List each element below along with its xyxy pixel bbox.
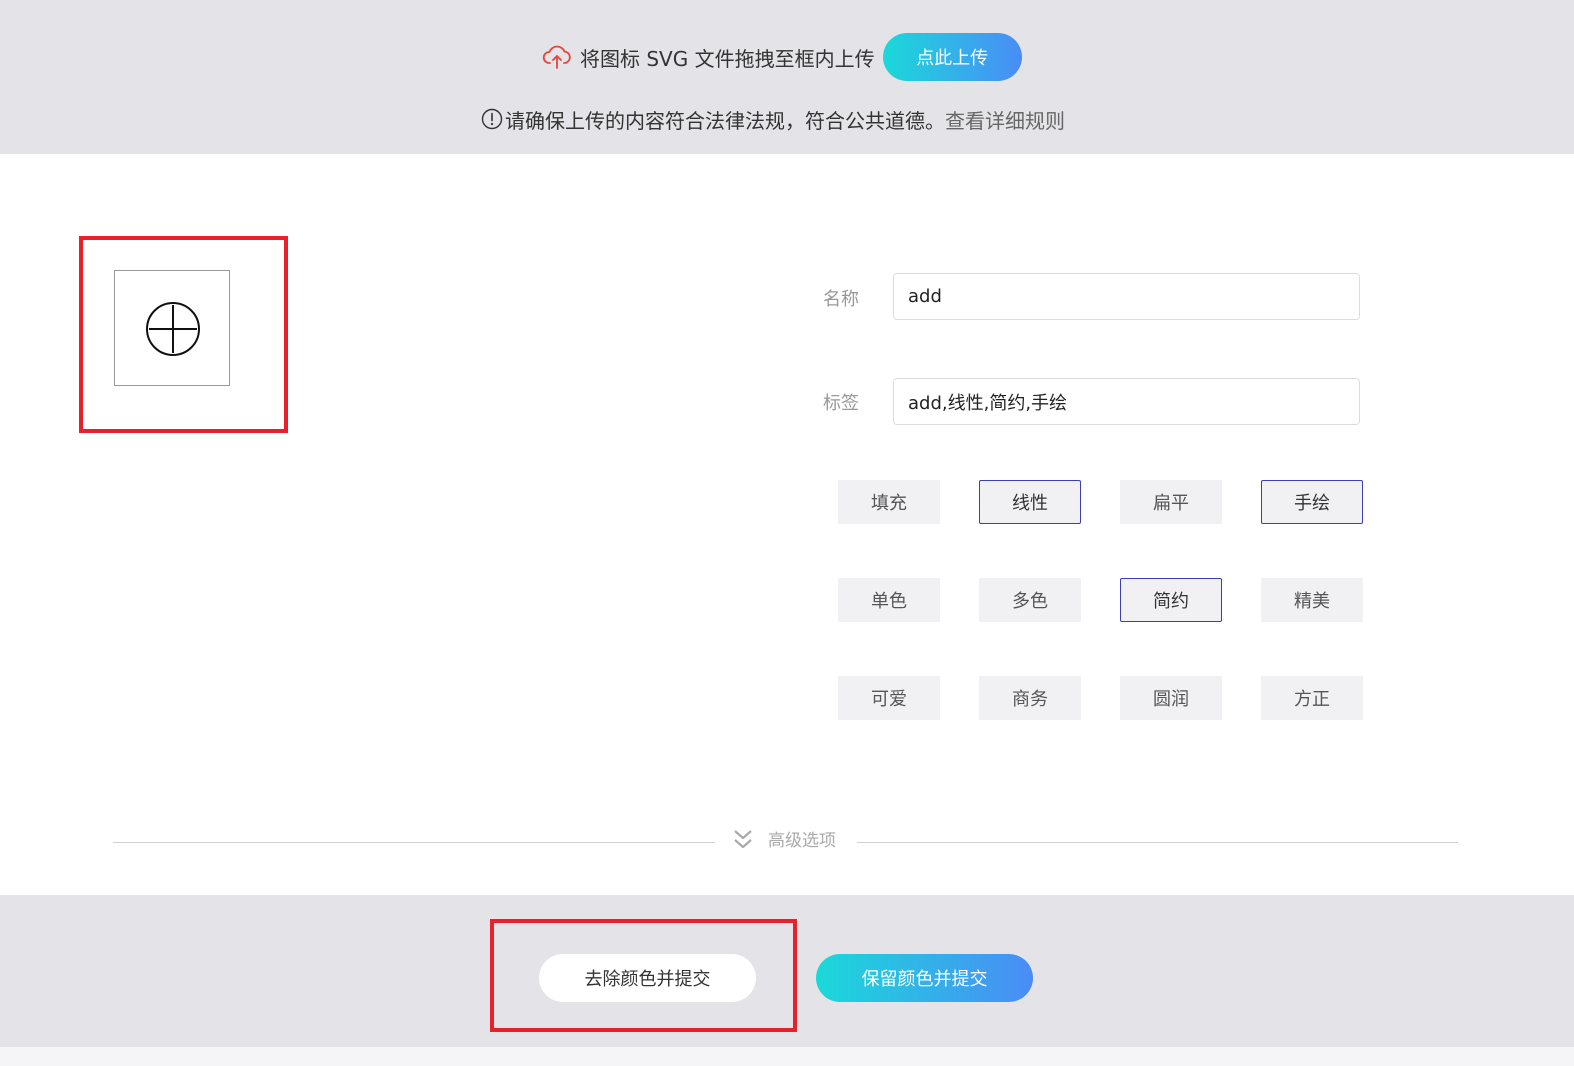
- upload-hint: 将图标 SVG 文件拖拽至框内上传: [580, 46, 875, 71]
- divider-left: [113, 842, 715, 843]
- upload-button[interactable]: 点此上传: [882, 33, 1022, 81]
- bottom-strip: [0, 1047, 1574, 1066]
- icon-preview: [114, 270, 230, 386]
- notice-text: 请确保上传的内容符合法律法规，符合公共道德。: [505, 108, 945, 133]
- tag-square[interactable]: 方正: [1261, 676, 1363, 720]
- keep-color-submit-button[interactable]: 保留颜色并提交: [816, 954, 1033, 1002]
- tag-fill[interactable]: 填充: [838, 480, 940, 524]
- info-icon: [481, 108, 503, 130]
- rules-link[interactable]: 查看详细规则: [945, 105, 1065, 134]
- name-input[interactable]: [893, 273, 1360, 320]
- cloud-upload-icon: [542, 44, 572, 70]
- tag-multicolor[interactable]: 多色: [979, 578, 1081, 622]
- notice-row: 请确保上传的内容符合法律法规，符合公共道德。 查看详细规则: [481, 104, 1065, 134]
- tag-linear[interactable]: 线性: [979, 480, 1081, 524]
- tag-flat[interactable]: 扁平: [1120, 480, 1222, 524]
- tags-input[interactable]: [893, 378, 1360, 425]
- tags-label: 标签: [823, 393, 859, 414]
- name-label: 名称: [823, 289, 859, 310]
- divider-right: [857, 842, 1458, 843]
- double-chevron-down-icon: [734, 829, 752, 848]
- advanced-options-label: 高级选项: [768, 831, 836, 851]
- tag-monochrome[interactable]: 单色: [838, 578, 940, 622]
- tag-hand-drawn[interactable]: 手绘: [1261, 480, 1363, 524]
- tag-cute[interactable]: 可爱: [838, 676, 940, 720]
- add-circle-icon: [146, 302, 200, 356]
- tag-minimal[interactable]: 简约: [1120, 578, 1222, 622]
- tag-refined[interactable]: 精美: [1261, 578, 1363, 622]
- upload-row: 将图标 SVG 文件拖拽至框内上传 点此上传: [542, 33, 1022, 81]
- advanced-options-toggle[interactable]: 高级选项: [732, 826, 836, 851]
- upload-bar[interactable]: 将图标 SVG 文件拖拽至框内上传 点此上传 请确保上传的内容符合法律法规，符合…: [0, 0, 1574, 154]
- tag-rounded[interactable]: 圆润: [1120, 676, 1222, 720]
- tag-business[interactable]: 商务: [979, 676, 1081, 720]
- remove-color-submit-button[interactable]: 去除颜色并提交: [539, 954, 756, 1002]
